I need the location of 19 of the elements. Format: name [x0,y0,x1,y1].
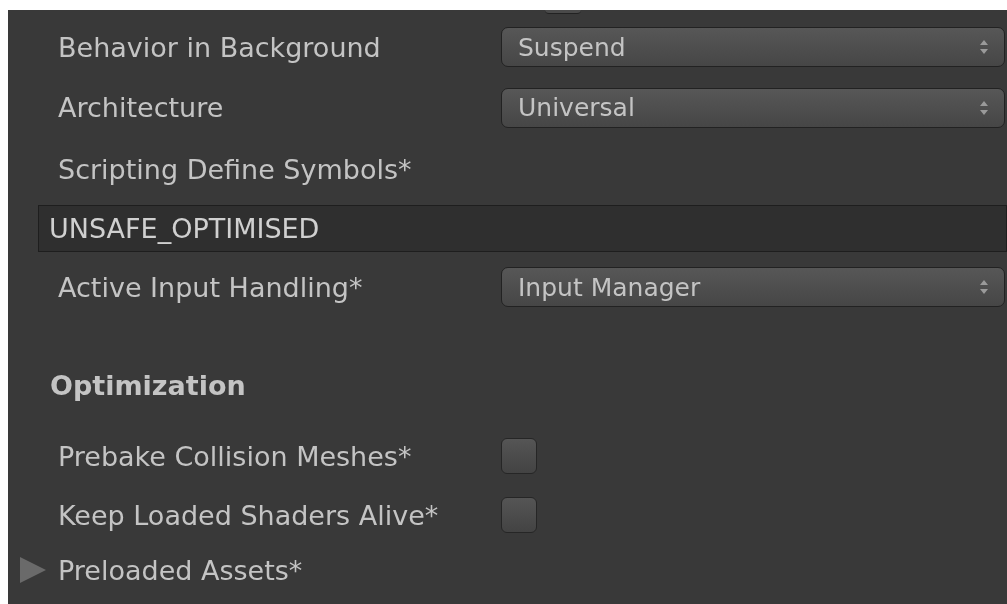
setting-label: Scripting Define Symbols* [57,155,412,183]
stepper-icon [980,100,988,115]
section-heading: Optimization [50,371,246,399]
checkbox-edge [545,10,581,14]
stepper-icon [980,280,988,294]
setting-label: Architecture [57,94,225,121]
setting-label: Behavior in Background [57,33,382,61]
checkbox[interactable] [501,438,537,474]
checkbox[interactable] [501,497,537,533]
foldout-label[interactable]: Preloaded Assets* [58,556,303,584]
foldout-arrow-icon[interactable] [20,557,46,583]
setting-label: Prebake Collision Meshes* [57,442,413,470]
stepper-icon [980,40,988,54]
dropdown[interactable]: Universal [501,87,1005,128]
text-field[interactable]: UNSAFE_OPTIMISED [38,205,1007,252]
dropdown[interactable]: Input Manager [501,267,1005,307]
setting-label: Active Input Handling* [57,273,364,301]
setting-label: Keep Loaded Shaders Alive* [57,501,440,529]
dropdown[interactable]: Suspend [501,27,1005,67]
